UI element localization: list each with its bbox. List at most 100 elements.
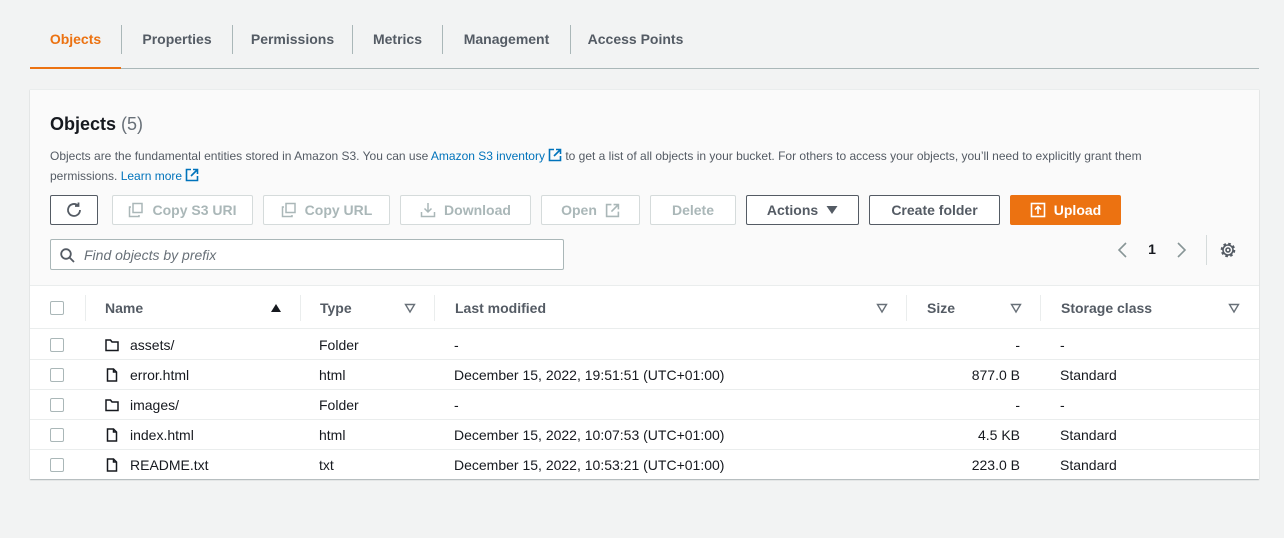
open-label: Open <box>561 202 597 218</box>
object-type: Folder <box>319 397 359 413</box>
s3-inventory-link-label: Amazon S3 inventory <box>430 149 545 163</box>
copy-url-label: Copy URL <box>304 202 373 218</box>
table-row[interactable]: images/ Folder - - - <box>30 390 1259 420</box>
refresh-button[interactable] <box>50 195 98 225</box>
column-divider <box>1040 295 1041 321</box>
previous-page-icon[interactable] <box>1113 240 1133 260</box>
upload-button[interactable]: Upload <box>1010 195 1121 225</box>
object-size: 4.5 KB <box>977 427 1020 443</box>
learn-more-label: Learn more <box>120 169 183 183</box>
select-all-checkbox[interactable] <box>50 301 64 315</box>
object-name-link[interactable]: assets/ <box>130 330 174 360</box>
sort-icon[interactable] <box>1010 302 1022 314</box>
column-divider <box>906 295 907 321</box>
s3-inventory-link[interactable]: Amazon S3 inventory <box>430 148 562 163</box>
table-row[interactable]: index.html html December 15, 2022, 10:07… <box>30 420 1259 450</box>
folder-icon <box>105 339 119 352</box>
table-row[interactable]: assets/ Folder - - - <box>30 330 1259 360</box>
pagination-divider <box>1206 235 1207 265</box>
objects-title: Objects <box>50 114 117 134</box>
object-last-modified: December 15, 2022, 10:53:21 (UTC+01:00) <box>454 457 725 473</box>
objects-description: Objects are the fundamental entities sto… <box>50 146 1200 186</box>
sort-icon[interactable] <box>1228 302 1240 314</box>
caret-down-icon <box>826 206 838 214</box>
object-size: 877.0 B <box>971 367 1020 383</box>
object-last-modified: - <box>454 337 459 353</box>
object-type: html <box>319 427 346 443</box>
objects-panel-header: Objects (5) Objects are the fundamental … <box>30 90 1259 286</box>
copy-url-button[interactable]: Copy URL <box>263 195 390 225</box>
learn-more-link[interactable]: Learn more <box>120 168 199 183</box>
object-type: Folder <box>319 337 359 353</box>
download-label: Download <box>444 202 511 218</box>
tab-properties[interactable]: Properties <box>122 0 232 68</box>
file-icon <box>106 458 118 472</box>
column-header-type[interactable]: Type <box>320 287 352 329</box>
object-type: html <box>319 367 346 383</box>
table-row[interactable]: error.html html December 15, 2022, 19:51… <box>30 360 1259 390</box>
external-link-icon <box>605 203 620 217</box>
row-checkbox[interactable] <box>50 458 64 472</box>
copy-s3-uri-label: Copy S3 URI <box>152 202 237 218</box>
column-divider <box>300 295 301 321</box>
open-button[interactable]: Open <box>541 195 640 225</box>
folder-icon <box>105 399 119 412</box>
file-icon <box>106 368 118 382</box>
column-divider <box>434 295 435 321</box>
row-checkbox[interactable] <box>50 338 64 352</box>
objects-panel: Objects (5) Objects are the fundamental … <box>30 89 1259 479</box>
row-checkbox[interactable] <box>50 368 64 382</box>
create-folder-label: Create folder <box>891 202 978 218</box>
table-row[interactable]: README.txt txt December 15, 2022, 10:53:… <box>30 450 1259 480</box>
row-checkbox[interactable] <box>50 398 64 412</box>
page-title: Objects (5) <box>50 114 143 135</box>
column-header-name[interactable]: Name <box>105 287 143 329</box>
actions-dropdown-button[interactable]: Actions <box>746 195 859 225</box>
column-header-last-modified[interactable]: Last modified <box>455 287 546 329</box>
copy-s3-uri-button[interactable]: Copy S3 URI <box>112 195 253 225</box>
upload-icon <box>1030 202 1046 218</box>
object-last-modified: - <box>454 397 459 413</box>
download-button[interactable]: Download <box>400 195 531 225</box>
search-icon <box>60 248 75 263</box>
search-box <box>50 239 564 270</box>
sort-icon[interactable] <box>404 302 416 314</box>
tab-permissions[interactable]: Permissions <box>233 0 352 68</box>
object-name-link[interactable]: images/ <box>130 390 179 420</box>
refresh-icon <box>67 202 81 217</box>
column-header-size[interactable]: Size <box>927 287 955 329</box>
object-storage-class: Standard <box>1060 427 1117 443</box>
tab-access-points[interactable]: Access Points <box>571 0 700 68</box>
description-text: Objects are the fundamental entities sto… <box>50 149 431 163</box>
object-name-link[interactable]: index.html <box>130 420 194 450</box>
actions-label: Actions <box>766 202 819 218</box>
delete-label: Delete <box>671 202 715 218</box>
row-checkbox[interactable] <box>50 428 64 442</box>
object-size: - <box>1015 397 1020 413</box>
tab-bar: Objects Properties Permissions Metrics M… <box>30 0 1259 69</box>
tab-metrics[interactable]: Metrics <box>353 0 442 68</box>
download-icon <box>420 203 436 218</box>
table-header: Name Type Last modified Size Storage cla… <box>30 287 1259 329</box>
search-input[interactable] <box>82 240 552 269</box>
next-page-icon[interactable] <box>1171 240 1191 260</box>
column-header-storage-class[interactable]: Storage class <box>1061 287 1152 329</box>
object-name-link[interactable]: README.txt <box>130 450 209 480</box>
object-size: - <box>1015 337 1020 353</box>
tab-objects[interactable]: Objects <box>30 0 121 69</box>
sort-icon[interactable] <box>876 302 888 314</box>
gear-icon[interactable] <box>1218 240 1238 260</box>
objects-count: (5) <box>121 114 144 134</box>
copy-icon <box>129 202 144 218</box>
delete-button[interactable]: Delete <box>650 195 736 225</box>
tab-management[interactable]: Management <box>443 0 570 68</box>
sort-ascending-icon[interactable] <box>270 302 282 314</box>
external-link-icon <box>185 168 199 182</box>
current-page-number[interactable]: 1 <box>1146 241 1158 257</box>
object-last-modified: December 15, 2022, 19:51:51 (UTC+01:00) <box>454 367 725 383</box>
column-divider <box>85 295 86 321</box>
object-storage-class: - <box>1060 397 1065 413</box>
object-name-link[interactable]: error.html <box>130 360 189 390</box>
copy-icon <box>281 202 296 218</box>
create-folder-button[interactable]: Create folder <box>869 195 1000 225</box>
